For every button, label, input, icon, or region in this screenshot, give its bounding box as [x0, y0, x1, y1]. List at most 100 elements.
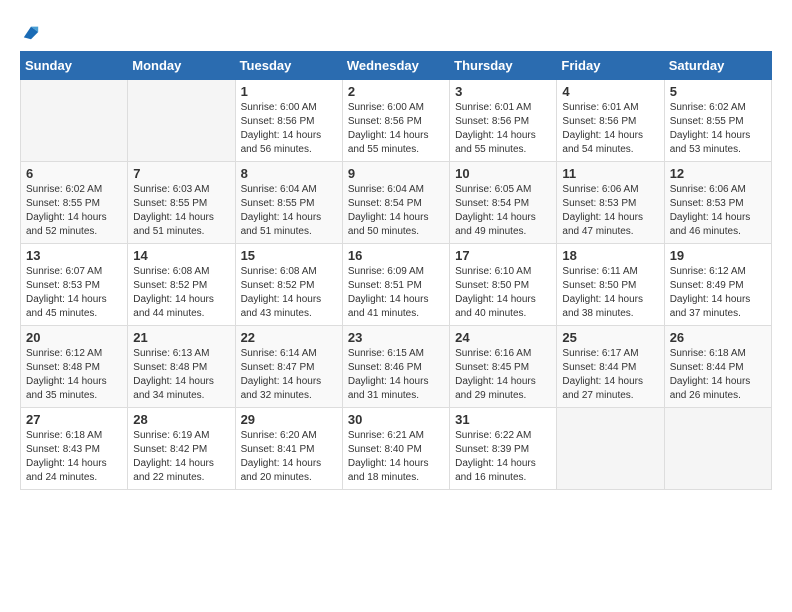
day-info: Sunrise: 6:15 AMSunset: 8:46 PMDaylight:… — [348, 347, 444, 403]
day-info: Sunrise: 6:05 AMSunset: 8:54 PMDaylight:… — [455, 183, 551, 239]
day-info: Sunrise: 6:01 AMSunset: 8:56 PMDaylight:… — [455, 101, 551, 157]
logo-text — [20, 20, 40, 41]
day-info: Sunrise: 6:22 AMSunset: 8:39 PMDaylight:… — [455, 429, 551, 485]
week-row-4: 20Sunrise: 6:12 AMSunset: 8:48 PMDayligh… — [21, 326, 772, 408]
calendar-cell: 5 Sunrise: 6:02 AMSunset: 8:55 PMDaylight… — [664, 80, 771, 162]
calendar-cell: 10Sunrise: 6:05 AMSunset: 8:54 PMDayligh… — [450, 162, 557, 244]
calendar-cell: 4 Sunrise: 6:01 AMSunset: 8:56 PMDaylight… — [557, 80, 664, 162]
calendar-cell: 31 Sunrise: 6:22 AMSunset: 8:39 PMDayligh… — [450, 408, 557, 490]
day-info: Sunrise: 6:12 AMSunset: 8:49 PMDaylight:… — [670, 265, 766, 321]
day-number: 6 — [26, 166, 122, 181]
day-number: 26 — [670, 330, 766, 345]
day-number: 13 — [26, 248, 122, 263]
day-info: Sunrise: 6:11 AMSunset: 8:50 PMDaylight:… — [562, 265, 658, 321]
day-info: Sunrise: 6:01 AMSunset: 8:56 PMDaylight:… — [562, 101, 658, 157]
logo — [20, 20, 40, 41]
weekday-header-friday: Friday — [557, 52, 664, 80]
day-info: Sunrise: 6:00 AMSunset: 8:56 PMDaylight:… — [348, 101, 444, 157]
calendar-cell: 19 Sunrise: 6:12 AMSunset: 8:49 PMDayligh… — [664, 244, 771, 326]
week-row-2: 6Sunrise: 6:02 AMSunset: 8:55 PMDaylight… — [21, 162, 772, 244]
day-info: Sunrise: 6:09 AMSunset: 8:51 PMDaylight:… — [348, 265, 444, 321]
day-info: Sunrise: 6:18 AMSunset: 8:43 PMDaylight:… — [26, 429, 122, 485]
day-info: Sunrise: 6:21 AMSunset: 8:40 PMDaylight:… — [348, 429, 444, 485]
day-info: Sunrise: 6:19 AMSunset: 8:42 PMDaylight:… — [133, 429, 229, 485]
day-number: 21 — [133, 330, 229, 345]
day-info: Sunrise: 6:06 AMSunset: 8:53 PMDaylight:… — [670, 183, 766, 239]
calendar-cell: 9 Sunrise: 6:04 AMSunset: 8:54 PMDaylight… — [342, 162, 449, 244]
day-number: 23 — [348, 330, 444, 345]
calendar-cell: 25 Sunrise: 6:17 AMSunset: 8:44 PMDayligh… — [557, 326, 664, 408]
weekday-header-row: SundayMondayTuesdayWednesdayThursdayFrid… — [21, 52, 772, 80]
calendar-cell: 13 Sunrise: 6:07 AMSunset: 8:53 PMDayligh… — [21, 244, 128, 326]
day-number: 4 — [562, 84, 658, 99]
calendar-cell: 11 Sunrise: 6:06 AMSunset: 8:53 PMDayligh… — [557, 162, 664, 244]
calendar-cell: 29 Sunrise: 6:20 AMSunset: 8:41 PMDayligh… — [235, 408, 342, 490]
calendar: SundayMondayTuesdayWednesdayThursdayFrid… — [20, 51, 772, 490]
day-info: Sunrise: 6:06 AMSunset: 8:53 PMDaylight:… — [562, 183, 658, 239]
day-number: 15 — [241, 248, 337, 263]
calendar-cell: 26 Sunrise: 6:18 AMSunset: 8:44 PMDayligh… — [664, 326, 771, 408]
day-info: Sunrise: 6:10 AMSunset: 8:50 PMDaylight:… — [455, 265, 551, 321]
day-info: Sunrise: 6:13 AMSunset: 8:48 PMDaylight:… — [133, 347, 229, 403]
calendar-cell: 17Sunrise: 6:10 AMSunset: 8:50 PMDayligh… — [450, 244, 557, 326]
day-number: 16 — [348, 248, 444, 263]
weekday-header-saturday: Saturday — [664, 52, 771, 80]
day-info: Sunrise: 6:18 AMSunset: 8:44 PMDaylight:… — [670, 347, 766, 403]
day-info: Sunrise: 6:03 AMSunset: 8:55 PMDaylight:… — [133, 183, 229, 239]
calendar-cell: 2 Sunrise: 6:00 AMSunset: 8:56 PMDaylight… — [342, 80, 449, 162]
weekday-header-thursday: Thursday — [450, 52, 557, 80]
day-info: Sunrise: 6:17 AMSunset: 8:44 PMDaylight:… — [562, 347, 658, 403]
calendar-cell: 8 Sunrise: 6:04 AMSunset: 8:55 PMDaylight… — [235, 162, 342, 244]
day-number: 25 — [562, 330, 658, 345]
day-number: 9 — [348, 166, 444, 181]
calendar-cell: 21 Sunrise: 6:13 AMSunset: 8:48 PMDayligh… — [128, 326, 235, 408]
calendar-cell: 18 Sunrise: 6:11 AMSunset: 8:50 PMDayligh… — [557, 244, 664, 326]
calendar-cell — [21, 80, 128, 162]
day-number: 5 — [670, 84, 766, 99]
calendar-cell: 16 Sunrise: 6:09 AMSunset: 8:51 PMDayligh… — [342, 244, 449, 326]
day-info: Sunrise: 6:04 AMSunset: 8:54 PMDaylight:… — [348, 183, 444, 239]
calendar-cell: 1Sunrise: 6:00 AMSunset: 8:56 PMDaylight… — [235, 80, 342, 162]
logo-icon — [22, 23, 40, 41]
day-number: 3 — [455, 84, 551, 99]
calendar-cell — [128, 80, 235, 162]
day-number: 11 — [562, 166, 658, 181]
week-row-1: 1Sunrise: 6:00 AMSunset: 8:56 PMDaylight… — [21, 80, 772, 162]
calendar-cell: 23 Sunrise: 6:15 AMSunset: 8:46 PMDayligh… — [342, 326, 449, 408]
calendar-cell — [664, 408, 771, 490]
day-number: 31 — [455, 412, 551, 427]
calendar-cell: 20Sunrise: 6:12 AMSunset: 8:48 PMDayligh… — [21, 326, 128, 408]
calendar-cell: 24 Sunrise: 6:16 AMSunset: 8:45 PMDayligh… — [450, 326, 557, 408]
calendar-cell: 6Sunrise: 6:02 AMSunset: 8:55 PMDaylight… — [21, 162, 128, 244]
day-number: 27 — [26, 412, 122, 427]
day-number: 19 — [670, 248, 766, 263]
day-info: Sunrise: 6:07 AMSunset: 8:53 PMDaylight:… — [26, 265, 122, 321]
day-info: Sunrise: 6:20 AMSunset: 8:41 PMDaylight:… — [241, 429, 337, 485]
day-number: 22 — [241, 330, 337, 345]
calendar-cell: 27 Sunrise: 6:18 AMSunset: 8:43 PMDayligh… — [21, 408, 128, 490]
day-number: 24 — [455, 330, 551, 345]
calendar-body: 1Sunrise: 6:00 AMSunset: 8:56 PMDaylight… — [21, 80, 772, 490]
day-number: 28 — [133, 412, 229, 427]
calendar-cell — [557, 408, 664, 490]
day-number: 29 — [241, 412, 337, 427]
weekday-header-monday: Monday — [128, 52, 235, 80]
weekday-header-wednesday: Wednesday — [342, 52, 449, 80]
day-info: Sunrise: 6:02 AMSunset: 8:55 PMDaylight:… — [670, 101, 766, 157]
day-info: Sunrise: 6:12 AMSunset: 8:48 PMDaylight:… — [26, 347, 122, 403]
day-info: Sunrise: 6:04 AMSunset: 8:55 PMDaylight:… — [241, 183, 337, 239]
calendar-cell: 3 Sunrise: 6:01 AMSunset: 8:56 PMDaylight… — [450, 80, 557, 162]
calendar-cell: 7Sunrise: 6:03 AMSunset: 8:55 PMDaylight… — [128, 162, 235, 244]
weekday-header-sunday: Sunday — [21, 52, 128, 80]
day-info: Sunrise: 6:16 AMSunset: 8:45 PMDaylight:… — [455, 347, 551, 403]
day-number: 2 — [348, 84, 444, 99]
day-number: 18 — [562, 248, 658, 263]
calendar-cell: 14Sunrise: 6:08 AMSunset: 8:52 PMDayligh… — [128, 244, 235, 326]
calendar-cell: 15 Sunrise: 6:08 AMSunset: 8:52 PMDayligh… — [235, 244, 342, 326]
weekday-header-tuesday: Tuesday — [235, 52, 342, 80]
day-number: 30 — [348, 412, 444, 427]
day-number: 12 — [670, 166, 766, 181]
week-row-5: 27 Sunrise: 6:18 AMSunset: 8:43 PMDayligh… — [21, 408, 772, 490]
day-info: Sunrise: 6:08 AMSunset: 8:52 PMDaylight:… — [241, 265, 337, 321]
day-number: 8 — [241, 166, 337, 181]
